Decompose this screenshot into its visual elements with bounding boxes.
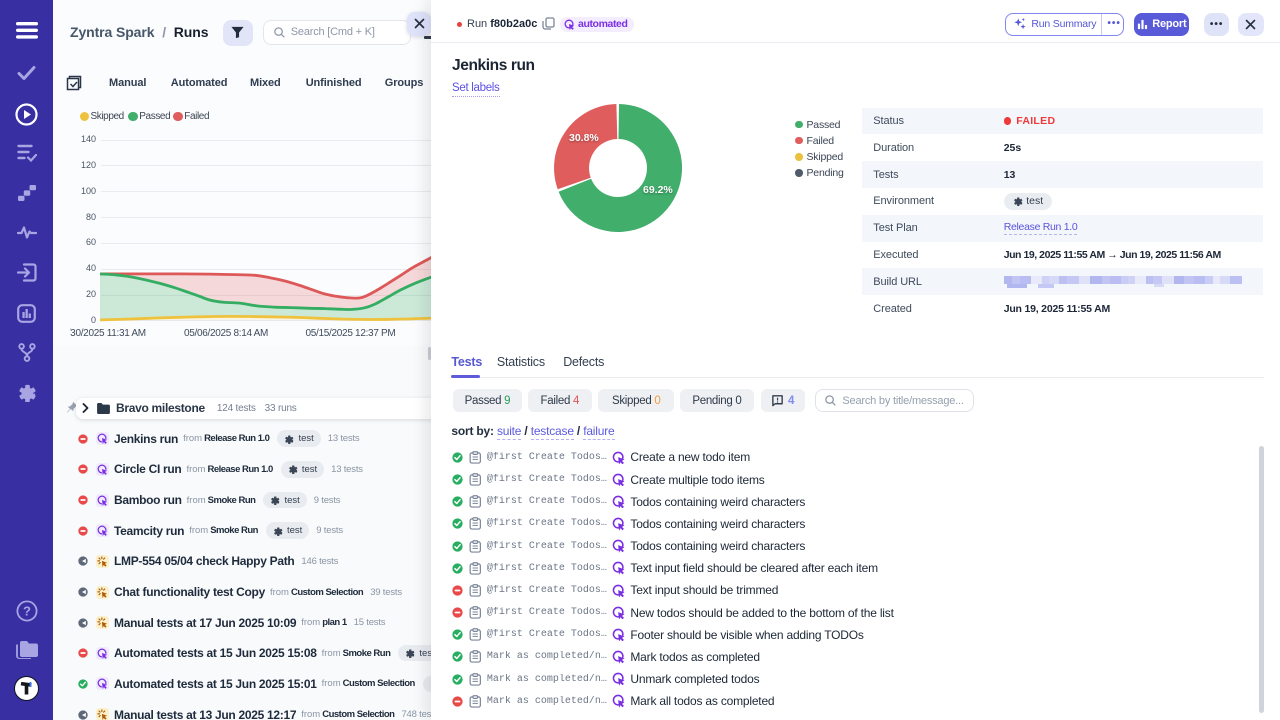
svg-text:?: ? xyxy=(23,604,31,619)
